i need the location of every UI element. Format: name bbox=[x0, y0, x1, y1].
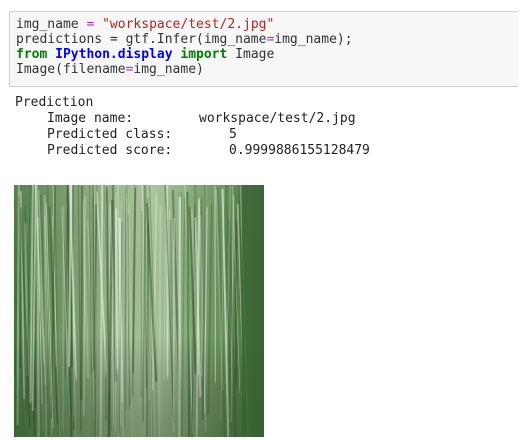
code-kwarg-value-2: img_name) bbox=[133, 62, 204, 77]
predicted-score-value: 0.9999886155128479 bbox=[229, 143, 370, 158]
predicted-class-label: Predicted class: bbox=[47, 127, 173, 142]
code-keyword-import: import bbox=[180, 47, 228, 62]
image-name-label: Image name: bbox=[47, 111, 134, 126]
code-image-call: Image(filename bbox=[16, 62, 126, 77]
code-string-path: "workspace/test/2.jpg" bbox=[102, 17, 275, 32]
code-assign-op: = bbox=[78, 17, 103, 32]
output-row-predicted-score: Predicted score: 0.9999886155128479 bbox=[15, 143, 370, 159]
code-module-name: IPython.display bbox=[55, 47, 173, 62]
cell-output: Prediction Image name: workspace/test/2.j… bbox=[15, 95, 370, 159]
code-predictions-call: predictions = gtf.Infer(img_name bbox=[16, 32, 267, 47]
plant-leaf-image bbox=[14, 185, 264, 437]
output-image bbox=[14, 185, 264, 437]
code-import-name: Image bbox=[235, 47, 275, 62]
code-line-4: Image(filename=img_name) bbox=[16, 62, 518, 77]
code-var-img-name: img_name bbox=[16, 17, 79, 32]
output-row-image-name: Image name: workspace/test/2.jpg bbox=[15, 111, 370, 127]
output-heading: Prediction bbox=[15, 95, 94, 110]
code-kwarg-value: img_name); bbox=[274, 32, 353, 47]
code-line-1: img_name = "workspace/test/2.jpg" bbox=[16, 17, 518, 32]
output-row-predicted-class: Predicted class: 5 bbox=[15, 127, 370, 143]
image-name-value: workspace/test/2.jpg bbox=[199, 111, 356, 126]
predicted-score-label: Predicted score: bbox=[47, 143, 173, 158]
code-line-3: from IPython.display import Image bbox=[16, 47, 518, 62]
code-keyword-from: from bbox=[16, 47, 48, 62]
code-cell[interactable]: img_name = "workspace/test/2.jpg" predic… bbox=[9, 11, 518, 87]
code-line-2: predictions = gtf.Infer(img_name=img_nam… bbox=[16, 32, 518, 47]
predicted-class-value: 5 bbox=[229, 127, 237, 142]
